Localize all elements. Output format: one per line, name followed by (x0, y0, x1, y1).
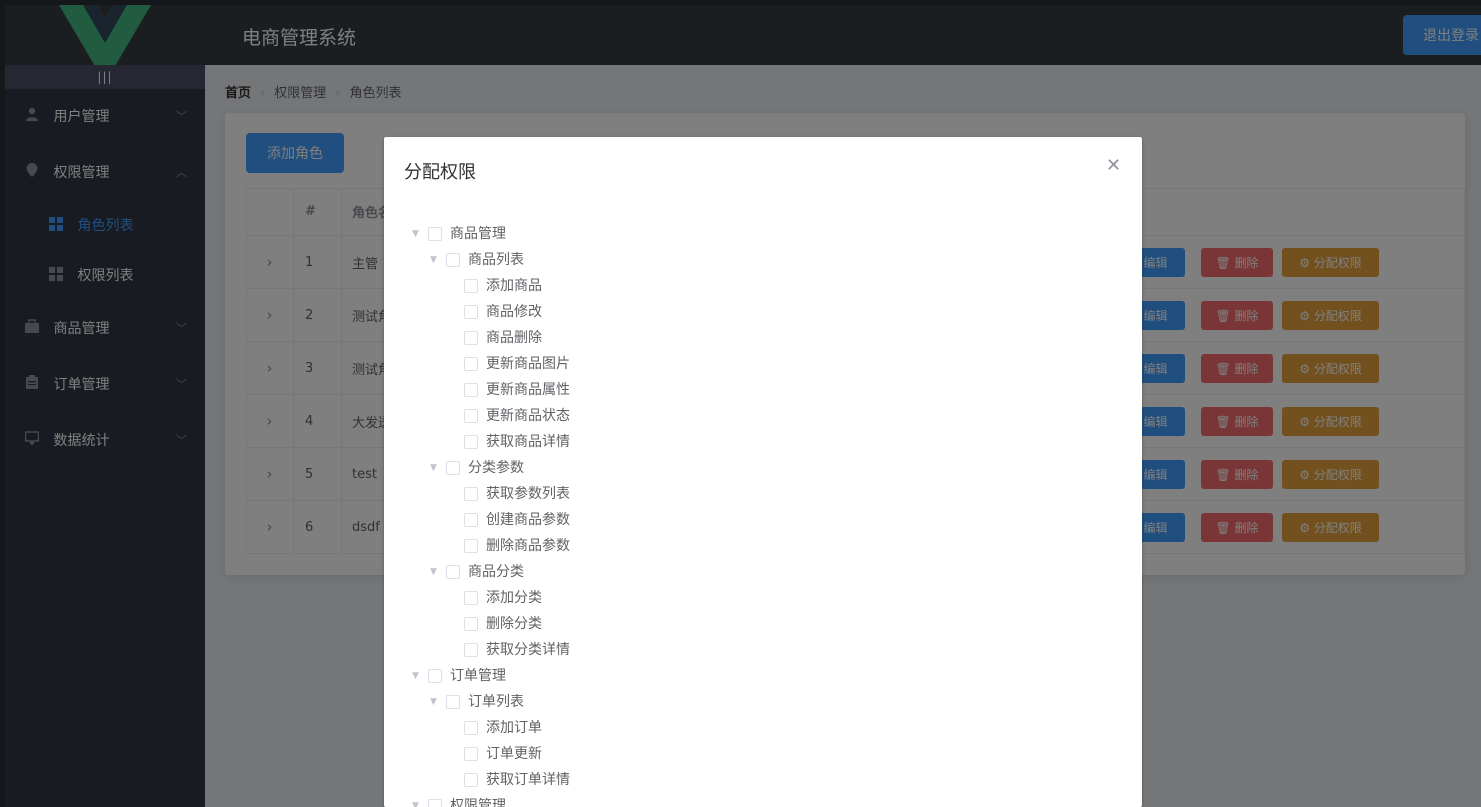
tree-node[interactable]: 订单更新 (384, 741, 1142, 767)
tree-node-label: 商品删除 (486, 330, 542, 346)
dialog-title: 分配权限 (404, 162, 476, 183)
caret-down-icon[interactable]: ▼ (412, 663, 419, 689)
tree-node[interactable]: ▼ 权限管理 (384, 793, 1142, 807)
caret-down-icon[interactable]: ▼ (430, 559, 437, 585)
tree-node-label: 创建商品参数 (486, 512, 570, 528)
tree-node[interactable]: 添加分类 (384, 585, 1142, 611)
tree-node-label: 订单更新 (486, 746, 542, 762)
tree-node-label: 添加分类 (486, 590, 542, 606)
tree-node-label: 订单列表 (468, 694, 524, 710)
tree-node[interactable]: ▼ 分类参数 (384, 455, 1142, 481)
tree-node[interactable]: 更新商品属性 (384, 377, 1142, 403)
tree-node-label: 权限管理 (450, 798, 506, 807)
tree-checkbox[interactable] (446, 695, 460, 709)
tree-node-label: 分类参数 (468, 460, 524, 476)
tree-node[interactable]: 创建商品参数 (384, 507, 1142, 533)
tree-node-label: 删除商品参数 (486, 538, 570, 554)
tree-node-label: 获取订单详情 (486, 772, 570, 788)
caret-down-icon[interactable]: ▼ (412, 221, 419, 247)
tree-node-label: 获取商品详情 (486, 434, 570, 450)
tree-node-label: 订单管理 (450, 668, 506, 684)
tree-node-label: 更新商品属性 (486, 382, 570, 398)
tree-node[interactable]: ▼ 订单列表 (384, 689, 1142, 715)
tree-checkbox[interactable] (464, 591, 478, 605)
caret-down-icon[interactable]: ▼ (412, 793, 419, 807)
tree-checkbox[interactable] (464, 773, 478, 787)
tree-checkbox[interactable] (464, 513, 478, 527)
tree-node-label: 删除分类 (486, 616, 542, 632)
tree-node[interactable]: 商品删除 (384, 325, 1142, 351)
tree-checkbox[interactable] (428, 799, 442, 807)
tree-node-label: 商品修改 (486, 304, 542, 320)
tree-checkbox[interactable] (464, 539, 478, 553)
tree-checkbox[interactable] (446, 565, 460, 579)
tree-node[interactable]: 商品修改 (384, 299, 1142, 325)
tree-checkbox[interactable] (464, 617, 478, 631)
tree-checkbox[interactable] (464, 435, 478, 449)
permission-tree: ▼ 商品管理 ▼ 商品列表添加商品商品修改商品删除更新商品图片 更新商品属性 更新商品状态… (384, 221, 1142, 807)
tree-node-label: 更新商品图片 (486, 356, 570, 372)
tree-checkbox[interactable] (464, 643, 478, 657)
caret-down-icon[interactable]: ▼ (430, 455, 437, 481)
tree-node-label: 商品分类 (468, 564, 524, 580)
tree-node[interactable]: 获取分类详情 (384, 637, 1142, 663)
tree-node[interactable]: ▼ 商品分类 (384, 559, 1142, 585)
tree-node[interactable]: 更新商品图片 (384, 351, 1142, 377)
tree-node[interactable]: 添加商品 (384, 273, 1142, 299)
caret-down-icon[interactable]: ▼ (430, 689, 437, 715)
tree-node-label: 更新商品状态 (486, 408, 570, 424)
tree-checkbox[interactable] (464, 721, 478, 735)
tree-checkbox[interactable] (428, 669, 442, 683)
tree-checkbox[interactable] (464, 279, 478, 293)
tree-node-label: 商品列表 (468, 252, 524, 268)
tree-checkbox[interactable] (428, 227, 442, 241)
tree-node-label: 添加商品 (486, 278, 542, 294)
tree-checkbox[interactable] (464, 305, 478, 319)
tree-checkbox[interactable] (464, 487, 478, 501)
tree-node[interactable]: 获取参数列表 (384, 481, 1142, 507)
tree-node[interactable]: ▼ 商品管理 (384, 221, 1142, 247)
tree-node[interactable]: 获取订单详情 (384, 767, 1142, 793)
tree-node[interactable]: 更新商品状态 (384, 403, 1142, 429)
tree-node-label: 获取分类详情 (486, 642, 570, 658)
tree-node[interactable]: ▼ 商品列表 (384, 247, 1142, 273)
tree-checkbox[interactable] (446, 253, 460, 267)
close-icon[interactable]: ✕ (1106, 155, 1121, 176)
assign-permission-dialog: 分配权限 ✕ ▼ 商品管理 ▼ 商品列表添加商品商品修改商品删除更新商品图片 更新商品属… (384, 137, 1142, 807)
tree-node-label: 添加订单 (486, 720, 542, 736)
tree-node[interactable]: 添加订单 (384, 715, 1142, 741)
caret-down-icon[interactable]: ▼ (430, 247, 437, 273)
tree-node[interactable]: 获取商品详情 (384, 429, 1142, 455)
tree-node-label: 商品管理 (450, 226, 506, 242)
tree-checkbox[interactable] (464, 357, 478, 371)
tree-node[interactable]: ▼ 订单管理 (384, 663, 1142, 689)
tree-checkbox[interactable] (464, 409, 478, 423)
tree-checkbox[interactable] (446, 461, 460, 475)
tree-checkbox[interactable] (464, 331, 478, 345)
tree-node[interactable]: 删除商品参数 (384, 533, 1142, 559)
tree-checkbox[interactable] (464, 747, 478, 761)
tree-checkbox[interactable] (464, 383, 478, 397)
tree-node-label: 获取参数列表 (486, 486, 570, 502)
tree-node[interactable]: 删除分类 (384, 611, 1142, 637)
